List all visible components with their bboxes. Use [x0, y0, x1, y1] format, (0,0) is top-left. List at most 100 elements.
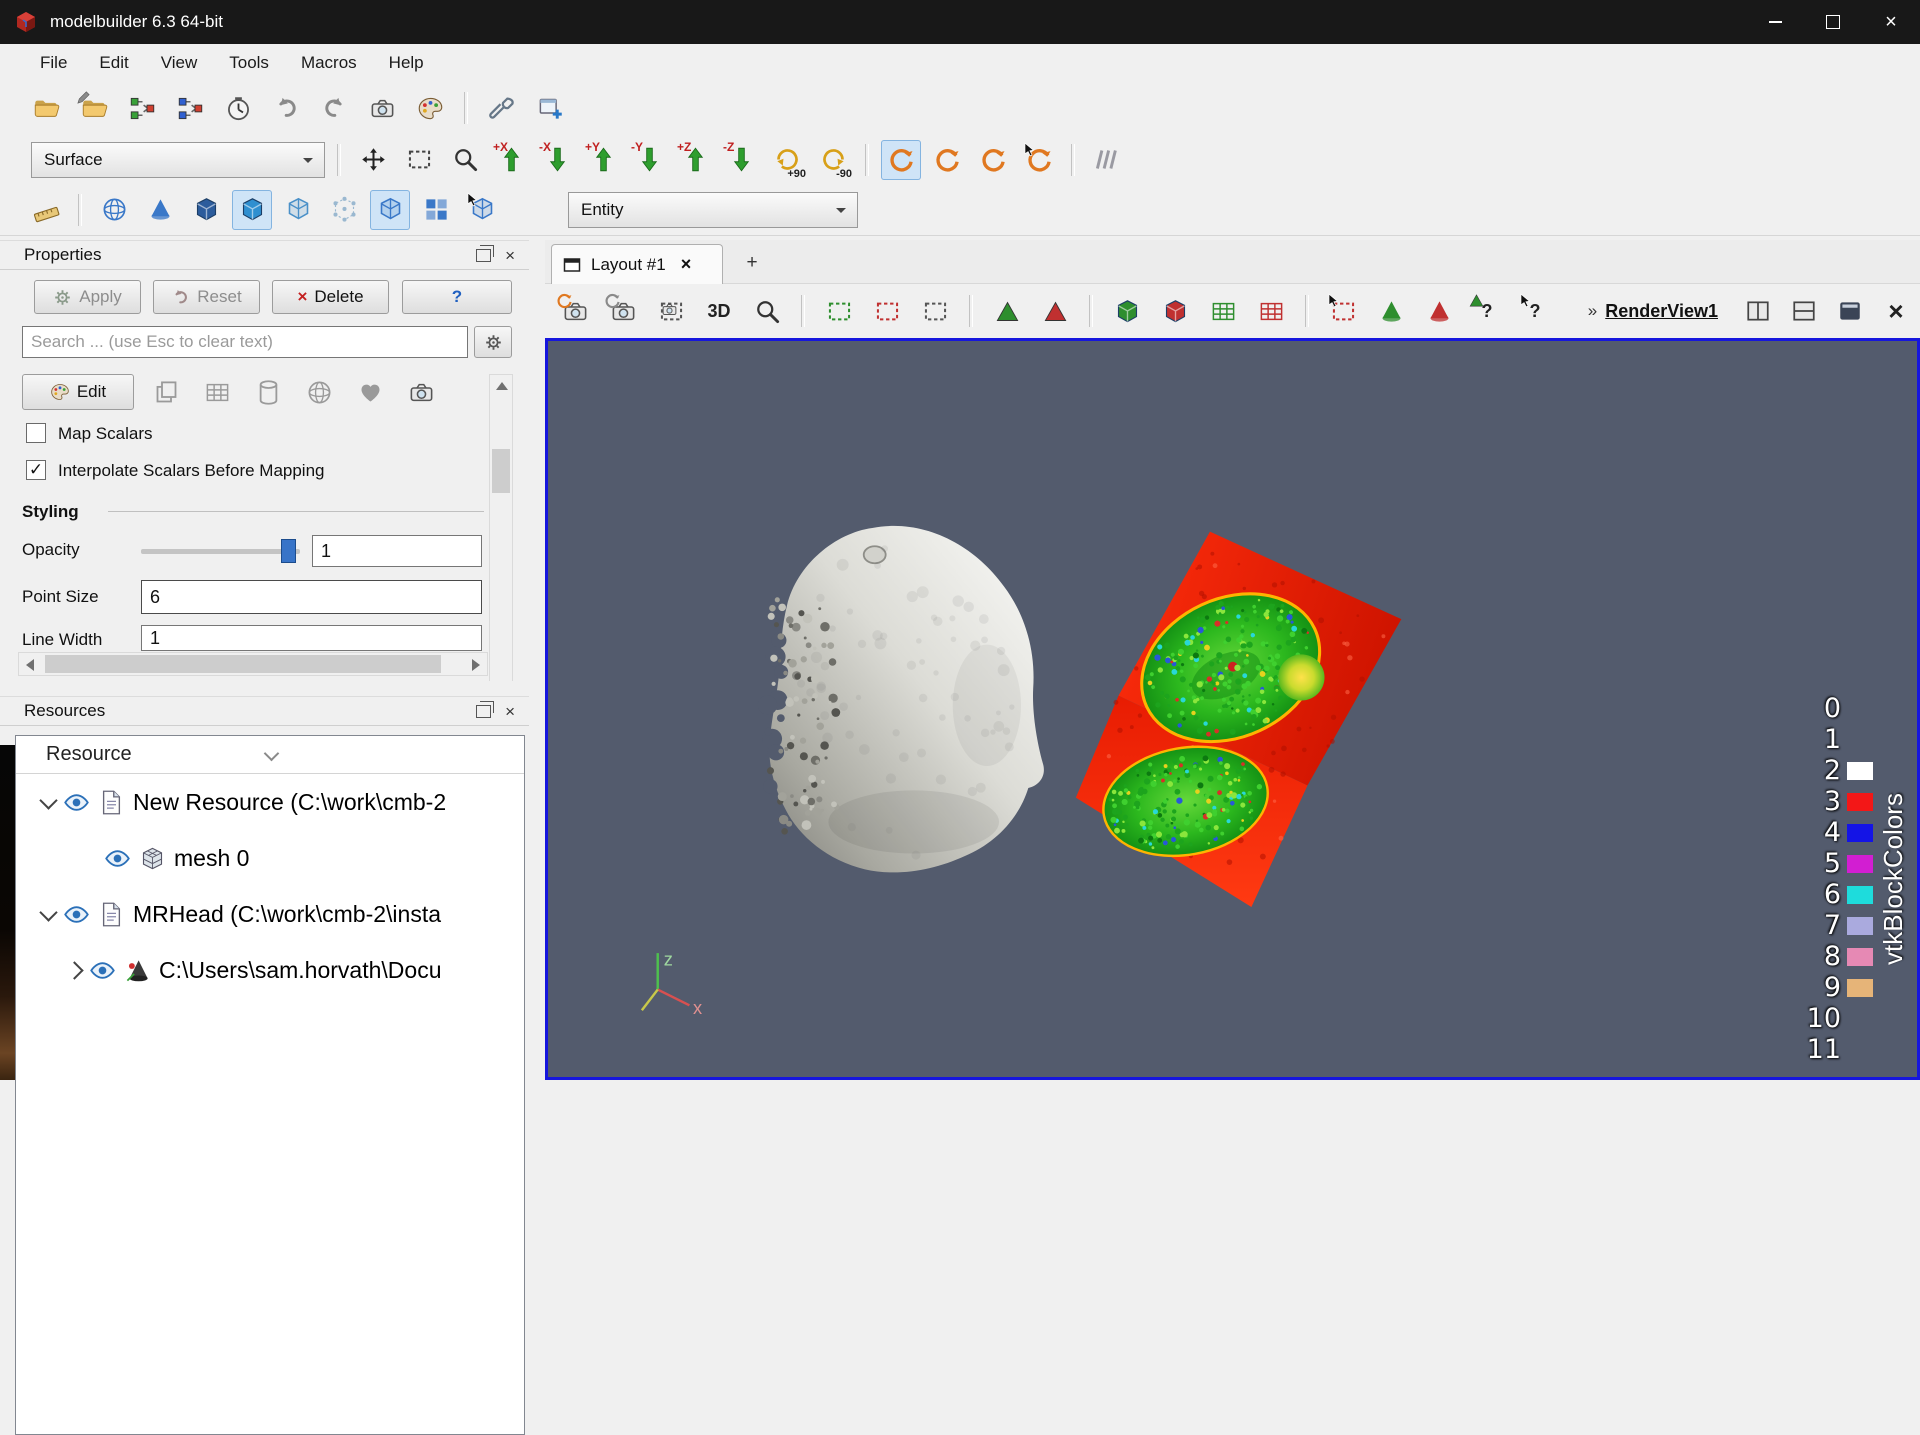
render-view-label[interactable]: RenderView1: [1605, 301, 1718, 322]
query-cells-button[interactable]: ?: [1467, 291, 1507, 331]
properties-horizontal-scrollbar[interactable]: [18, 652, 488, 676]
solid-cube-button[interactable]: [186, 190, 226, 230]
search-options-button[interactable]: [474, 326, 512, 358]
interaction-pan-button[interactable]: [973, 140, 1013, 180]
representation-surface-button[interactable]: [232, 190, 272, 230]
split-vertical-button[interactable]: [1784, 291, 1824, 331]
float-panel-icon[interactable]: [476, 249, 491, 262]
line-width-input[interactable]: [141, 625, 482, 651]
help-button[interactable]: ?: [402, 280, 512, 314]
entity-combobox[interactable]: Entity: [568, 192, 858, 228]
glyph-dots-button[interactable]: [416, 190, 456, 230]
color-palette-button[interactable]: [410, 88, 450, 128]
pipeline-source-button[interactable]: [122, 88, 162, 128]
show-glyph-button[interactable]: [140, 190, 180, 230]
maximize-view-button[interactable]: [1830, 291, 1870, 331]
delete-button[interactable]: × Delete: [272, 280, 389, 314]
show-sphere-grid-button[interactable]: [94, 190, 134, 230]
interaction-select-button[interactable]: [1019, 140, 1059, 180]
close-panel-icon[interactable]: ×: [505, 247, 515, 264]
opacity-slider-track[interactable]: [141, 549, 300, 554]
tree-row[interactable]: mesh 0: [16, 830, 524, 886]
menu-view[interactable]: View: [145, 44, 214, 81]
undo-button[interactable]: [266, 88, 306, 128]
point-size-input[interactable]: [141, 580, 482, 614]
select-points-through-button[interactable]: [1035, 291, 1075, 331]
view-plus-y-button[interactable]: +Y: [583, 140, 623, 180]
minimize-button[interactable]: [1746, 0, 1804, 44]
representation-edges-button[interactable]: [370, 190, 410, 230]
close-tab-icon[interactable]: ×: [681, 254, 692, 275]
scroll-left-icon[interactable]: [26, 659, 34, 671]
apply-button[interactable]: Apply: [34, 280, 141, 314]
horizontal-splitter[interactable]: [0, 681, 529, 696]
copy-representation-button[interactable]: [146, 375, 186, 409]
zoom-box-button[interactable]: [445, 140, 485, 180]
open-file-button[interactable]: [26, 88, 66, 128]
select-cells-on-button[interactable]: [819, 291, 859, 331]
reset-button[interactable]: Reset: [153, 280, 260, 314]
vertical-splitter[interactable]: [529, 240, 545, 1080]
toggle-2d-3d-button[interactable]: 3D: [699, 291, 739, 331]
edit-representation-button[interactable]: Edit: [22, 374, 134, 410]
reset-camera-button[interactable]: [555, 291, 595, 331]
pipeline-filter-button[interactable]: [170, 88, 210, 128]
search-input[interactable]: [22, 326, 468, 358]
interaction-mode-button[interactable]: [1087, 140, 1127, 180]
save-screenshot-button[interactable]: [651, 291, 691, 331]
open-edit-button[interactable]: [74, 88, 114, 128]
select-block-points-button[interactable]: [1155, 291, 1195, 331]
view-plus-x-button[interactable]: +X: [491, 140, 531, 180]
close-button[interactable]: ×: [1862, 0, 1920, 44]
visibility-eye-icon[interactable]: [63, 901, 90, 928]
capture-view-button[interactable]: [603, 291, 643, 331]
tab-layout-1[interactable]: Layout #1 ×: [551, 244, 723, 284]
rotate-plus-90-button[interactable]: +90: [767, 140, 807, 180]
menu-edit[interactable]: Edit: [83, 44, 144, 81]
add-tab-button[interactable]: +: [737, 248, 767, 278]
visibility-eye-icon[interactable]: [104, 845, 131, 872]
tools-wrench-button[interactable]: [482, 88, 522, 128]
render-viewport[interactable]: z x 01234567891011 vtkBlockColors: [545, 338, 1920, 1080]
select-cells-through-button[interactable]: [987, 291, 1027, 331]
map-scalars-checkbox[interactable]: [26, 423, 46, 443]
query-points-button[interactable]: ?: [1515, 291, 1555, 331]
opacity-input[interactable]: [312, 535, 482, 567]
select-frustum-cells-button[interactable]: [1203, 291, 1243, 331]
add-view-button[interactable]: [530, 88, 570, 128]
rotate-minus-90-button[interactable]: -90: [813, 140, 853, 180]
grid-representation-button[interactable]: [197, 375, 237, 409]
menu-help[interactable]: Help: [373, 44, 440, 81]
sphere-representation-button[interactable]: [299, 375, 339, 409]
snapshot-representation-button[interactable]: [401, 375, 441, 409]
cylinder-representation-button[interactable]: [248, 375, 288, 409]
zoom-to-data-button[interactable]: [747, 291, 787, 331]
redo-button[interactable]: [314, 88, 354, 128]
tree-row[interactable]: C:\Users\sam.horvath\Docu: [16, 942, 524, 998]
view-plus-z-button[interactable]: +Z: [675, 140, 715, 180]
interactive-select-cells-button[interactable]: [1323, 291, 1363, 331]
split-horizontal-button[interactable]: [1738, 291, 1778, 331]
select-frustum-points-button[interactable]: [1251, 291, 1291, 331]
interpolate-checkbox[interactable]: ✓: [26, 460, 46, 480]
representation-combobox[interactable]: Surface: [31, 142, 325, 178]
toolbar-overflow-icon[interactable]: »: [1588, 301, 1597, 321]
select-entity-button[interactable]: [462, 190, 502, 230]
maximize-button[interactable]: [1804, 0, 1862, 44]
hover-cells-button[interactable]: [1371, 291, 1411, 331]
scrollbar-thumb[interactable]: [45, 655, 441, 673]
timer-button[interactable]: [218, 88, 258, 128]
representation-points-button[interactable]: [324, 190, 364, 230]
visibility-eye-icon[interactable]: [63, 789, 90, 816]
chevron-right-icon[interactable]: [65, 961, 83, 979]
tree-row[interactable]: New Resource (C:\work\cmb-2: [16, 774, 524, 830]
measure-ruler-button[interactable]: [26, 190, 66, 230]
select-block-button[interactable]: [1107, 291, 1147, 331]
view-minus-x-button[interactable]: -X: [537, 140, 577, 180]
zoom-extents-button[interactable]: [353, 140, 393, 180]
menu-file[interactable]: File: [24, 44, 83, 81]
visibility-eye-icon[interactable]: [89, 957, 116, 984]
scroll-right-icon[interactable]: [472, 659, 480, 671]
camera-link-button[interactable]: [362, 88, 402, 128]
close-view-button[interactable]: ×: [1876, 291, 1916, 331]
